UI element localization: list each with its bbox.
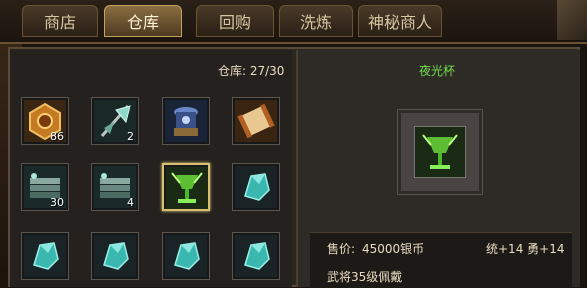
item-preview <box>414 126 466 178</box>
cyan-crystal-icon <box>24 235 66 277</box>
item-name: 夜光杯 <box>418 64 455 78</box>
item-preview-frame <box>398 110 482 194</box>
inventory-slot[interactable] <box>21 232 69 280</box>
inventory-slot-selected[interactable] <box>162 163 210 211</box>
background-right <box>557 0 587 40</box>
item-stats: 统+14 勇+14 <box>486 242 565 256</box>
cyan-crystal-icon <box>94 235 136 277</box>
inventory-slot[interactable]: 4 <box>91 163 139 211</box>
inventory-slot[interactable] <box>232 232 280 280</box>
inventory-slot[interactable] <box>232 163 280 211</box>
night-glow-cup-icon <box>166 167 208 209</box>
tab-warehouse[interactable]: 仓库 <box>104 5 182 37</box>
inventory-slot[interactable]: 30 <box>21 163 69 211</box>
price-label: 售价: <box>327 242 356 256</box>
item-count: 2 <box>127 130 134 143</box>
inventory-slot[interactable] <box>91 232 139 280</box>
tab-buyback[interactable]: 回购 <box>196 5 274 37</box>
inventory-slot[interactable] <box>162 97 210 145</box>
item-count: 4 <box>127 196 134 209</box>
inventory-slot[interactable]: 86 <box>21 97 69 145</box>
blue-vessel-icon <box>165 100 207 142</box>
night-glow-cup-icon <box>415 127 465 177</box>
item-price: 45000银币 <box>362 242 425 256</box>
tab-mystery-merchant[interactable]: 神秘商人 <box>358 5 442 37</box>
tab-refine[interactable]: 洗炼 <box>279 5 353 37</box>
cyan-crystal-icon <box>235 166 277 208</box>
inventory-slot[interactable]: 2 <box>91 97 139 145</box>
item-requirement: 武将35级佩戴 <box>327 270 403 284</box>
scroll-icon <box>235 100 277 142</box>
item-count: 30 <box>50 196 64 209</box>
inventory-slot[interactable] <box>232 97 280 145</box>
cyan-crystal-icon <box>235 235 277 277</box>
tab-shop[interactable]: 商店 <box>22 5 98 37</box>
warehouse-capacity: 仓库: 27/30 <box>218 64 285 78</box>
inventory-slot[interactable] <box>162 232 210 280</box>
item-count: 86 <box>50 130 64 143</box>
cyan-crystal-icon <box>165 235 207 277</box>
